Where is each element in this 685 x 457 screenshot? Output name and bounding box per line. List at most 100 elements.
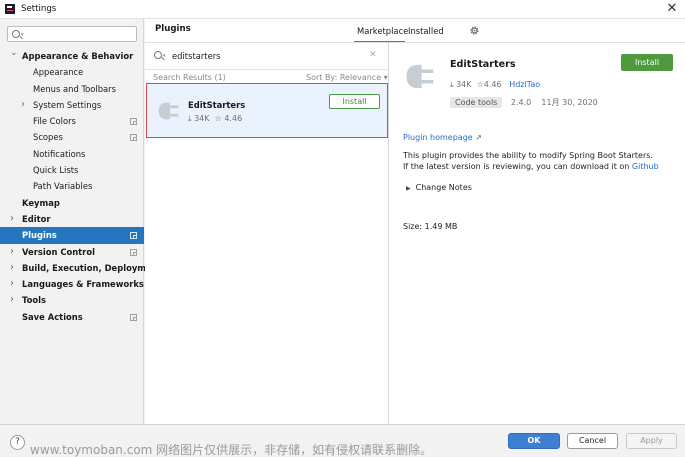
settings-tree: ⌄ Appearance & Behavior Appearance Menus an… bbox=[0, 48, 162, 325]
sidebar-item-file-colors[interactable]: File Colors bbox=[0, 113, 144, 129]
plugin-size: Size: 1.49 MB bbox=[403, 222, 458, 231]
sidebar-item-label: Appearance & Behavior bbox=[22, 51, 134, 61]
category-tag[interactable]: Code tools bbox=[450, 97, 503, 108]
download-count: 34K bbox=[194, 114, 210, 123]
plugin-list-pane: ▾ editstarters ✕ Search Results (1) Sort… bbox=[145, 43, 389, 424]
chevron-right-icon[interactable]: › bbox=[10, 260, 14, 276]
intellij-app-icon bbox=[5, 4, 15, 14]
plugin-plug-icon bbox=[406, 64, 434, 89]
github-link[interactable]: Github bbox=[632, 162, 659, 171]
sidebar-item-label: File Colors bbox=[33, 116, 76, 127]
search-dropdown-icon: ▾ bbox=[163, 53, 166, 59]
install-button[interactable]: Install bbox=[621, 54, 673, 71]
plugin-result-card[interactable]: EditStarters ⤓ 34K ☆ 4.46 Install bbox=[146, 83, 388, 138]
plugin-detail-info: Code tools 2.4.0 11月 30, 2020 bbox=[450, 97, 598, 108]
sidebar-item-label: Tools bbox=[22, 295, 46, 306]
sidebar-item-editor[interactable]: › Editor bbox=[0, 211, 144, 227]
window-title: Settings bbox=[21, 4, 57, 14]
plugin-detail-pane: EditStarters Install ⤓ 34K ☆4.46 HdziTao… bbox=[390, 43, 685, 424]
title-bar: Settings ✕ bbox=[0, 0, 685, 19]
project-scope-icon bbox=[130, 248, 137, 256]
chevron-right-icon[interactable]: › bbox=[10, 292, 14, 308]
change-notes-label: Change Notes bbox=[415, 183, 472, 192]
project-scope-icon bbox=[130, 313, 137, 321]
download-icon: ⤓ bbox=[450, 80, 454, 89]
sidebar-item-label: Editor bbox=[22, 213, 51, 224]
sidebar-item-quick-lists[interactable]: Quick Lists bbox=[0, 162, 144, 178]
plugin-homepage-link[interactable]: Plugin homepage ↗ bbox=[403, 133, 482, 142]
sidebar-item-appearance-behavior[interactable]: ⌄ Appearance & Behavior bbox=[0, 48, 144, 64]
sidebar-item-label: Appearance bbox=[33, 67, 84, 78]
rating: 4.46 bbox=[483, 80, 502, 89]
chevron-down-icon[interactable]: ⌄ bbox=[10, 45, 18, 61]
sidebar-item-tools[interactable]: › Tools bbox=[0, 292, 144, 308]
close-icon[interactable]: ✕ bbox=[665, 1, 679, 17]
ok-button[interactable]: OK bbox=[508, 433, 560, 449]
release-date: 11月 30, 2020 bbox=[541, 98, 598, 107]
project-scope-icon bbox=[130, 232, 137, 240]
plugin-detail-name: EditStarters bbox=[450, 59, 516, 70]
star-icon: ☆ bbox=[476, 80, 484, 89]
search-results-label: Search Results (1) bbox=[153, 73, 226, 82]
sidebar-item-label: Languages & Frameworks bbox=[22, 279, 144, 290]
plugin-plug-icon bbox=[158, 102, 179, 120]
sidebar-item-label: Save Actions bbox=[22, 311, 83, 322]
plugin-search-input[interactable]: editstarters bbox=[172, 51, 221, 61]
sidebar-item-label: Menus and Toolbars bbox=[33, 83, 116, 94]
sidebar-item-appearance[interactable]: Appearance bbox=[0, 64, 144, 80]
sort-dropdown[interactable]: Sort By: Relevance ▾ bbox=[306, 73, 388, 82]
sidebar-item-label: Version Control bbox=[22, 246, 95, 257]
download-icon: ⤓ bbox=[188, 114, 192, 123]
chevron-right-icon[interactable]: › bbox=[10, 276, 14, 292]
tab-marketplace[interactable]: Marketplace bbox=[357, 26, 408, 36]
sidebar-item-notifications[interactable]: Notifications bbox=[0, 146, 144, 162]
download-count: 34K bbox=[456, 80, 472, 89]
sidebar-item-label: Notifications bbox=[33, 148, 86, 159]
sidebar-item-label: Scopes bbox=[33, 132, 63, 143]
sidebar-item-plugins[interactable]: Plugins bbox=[0, 227, 144, 244]
search-dropdown-icon: ▾ bbox=[21, 32, 24, 38]
gear-icon[interactable] bbox=[469, 25, 480, 36]
divider bbox=[145, 69, 389, 70]
description-line: This plugin provides the ability to modi… bbox=[403, 151, 653, 160]
sidebar-item-label: Path Variables bbox=[33, 181, 93, 192]
sidebar-item-version-control[interactable]: › Version Control bbox=[0, 244, 144, 260]
sidebar-item-languages-frameworks[interactable]: › Languages & Frameworks bbox=[0, 276, 144, 292]
search-icon bbox=[154, 51, 162, 59]
help-icon[interactable]: ? bbox=[10, 435, 25, 450]
sidebar-item-label: Build, Execution, Deployment bbox=[22, 262, 162, 273]
sidebar-item-path-variables[interactable]: Path Variables bbox=[0, 178, 144, 194]
search-icon bbox=[12, 30, 20, 38]
rating: 4.46 bbox=[224, 114, 243, 123]
sidebar-item-build-execution-deployment[interactable]: › Build, Execution, Deployment bbox=[0, 260, 162, 276]
vendor-link[interactable]: HdziTao bbox=[509, 80, 540, 89]
watermark-text: www.toymoban.com 网络图片仅供展示，非存储，如有侵权请联系删除。 bbox=[30, 443, 433, 457]
page-title: Plugins bbox=[155, 24, 191, 34]
settings-sidebar: ▾ ⌄ Appearance & Behavior Appearance Menus … bbox=[0, 19, 162, 424]
plugins-page: Plugins Marketplace Installed ▾ editstar… bbox=[145, 19, 685, 424]
cancel-button[interactable]: Cancel bbox=[567, 433, 618, 449]
sidebar-item-system-settings[interactable]: › System Settings bbox=[0, 97, 144, 113]
sidebar-item-scopes[interactable]: Scopes bbox=[0, 129, 144, 145]
tab-installed[interactable]: Installed bbox=[408, 26, 444, 36]
settings-search-input[interactable]: ▾ bbox=[7, 26, 137, 42]
sidebar-item-keymap[interactable]: Keymap bbox=[0, 195, 144, 211]
description-line: If the latest version is reviewing, you … bbox=[403, 162, 659, 171]
sidebar-item-label: System Settings bbox=[33, 99, 102, 110]
plugin-detail-stats: ⤓ 34K ☆4.46 HdziTao bbox=[450, 80, 540, 90]
sidebar-item-label: Keymap bbox=[22, 197, 60, 208]
plugin-name: EditStarters bbox=[188, 100, 246, 110]
apply-button[interactable]: Apply bbox=[626, 433, 677, 449]
clear-search-icon[interactable]: ✕ bbox=[369, 50, 377, 60]
project-scope-icon bbox=[130, 118, 137, 126]
chevron-right-icon[interactable]: › bbox=[10, 211, 14, 227]
description-text: If the latest version is reviewing, you … bbox=[403, 162, 630, 171]
chevron-right-icon[interactable]: › bbox=[10, 244, 14, 260]
chevron-right-icon[interactable]: › bbox=[21, 97, 25, 113]
expand-arrow-icon: ▶ bbox=[406, 185, 411, 192]
change-notes-toggle[interactable]: ▶ Change Notes bbox=[406, 183, 472, 192]
sidebar-item-menus-and-toolbars[interactable]: Menus and Toolbars bbox=[0, 81, 144, 97]
star-icon: ☆ bbox=[214, 114, 222, 123]
sidebar-item-save-actions[interactable]: Save Actions bbox=[0, 309, 144, 325]
install-button[interactable]: Install bbox=[329, 94, 380, 109]
